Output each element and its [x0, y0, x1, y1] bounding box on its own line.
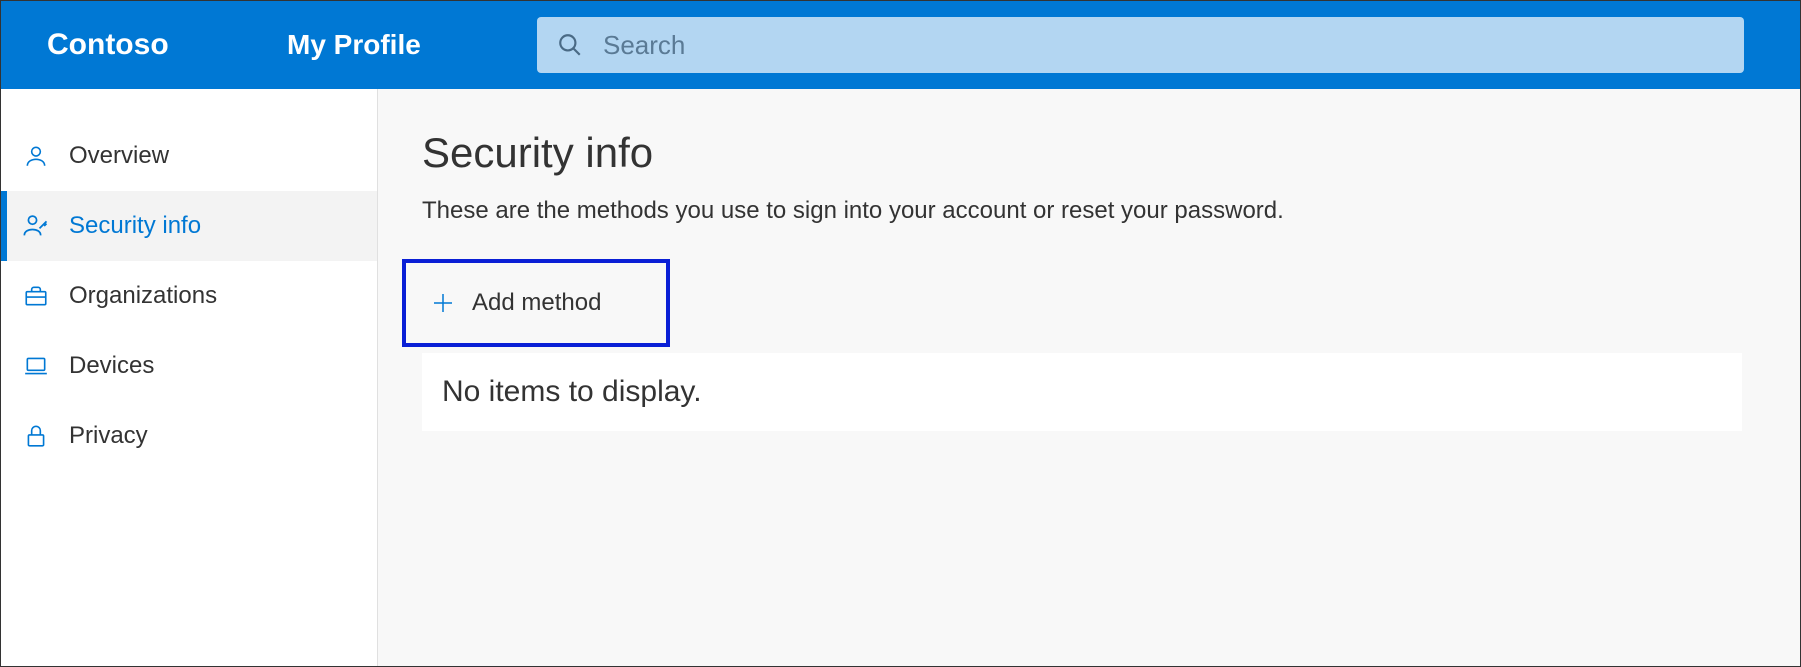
- sidebar-item-organizations[interactable]: Organizations: [1, 261, 377, 331]
- page-subtitle: These are the methods you use to sign in…: [422, 197, 1756, 225]
- sidebar-item-label: Security info: [69, 212, 201, 240]
- brand-name: Contoso: [47, 28, 247, 62]
- sidebar-item-devices[interactable]: Devices: [1, 331, 377, 401]
- empty-message: No items to display.: [422, 353, 1742, 431]
- sidebar-item-overview[interactable]: Overview: [1, 121, 377, 191]
- add-method-button[interactable]: Add method: [406, 263, 666, 343]
- search-bar[interactable]: [537, 17, 1744, 73]
- header-section: My Profile: [287, 29, 477, 61]
- person-icon: [21, 141, 51, 171]
- sidebar-item-label: Privacy: [69, 422, 148, 450]
- methods-list: No items to display.: [422, 353, 1756, 431]
- plus-icon: [430, 290, 456, 316]
- add-method-label: Add method: [472, 289, 601, 317]
- key-person-icon: [21, 211, 51, 241]
- sidebar: Overview Security info Or: [1, 89, 378, 666]
- sidebar-item-security-info[interactable]: Security info: [1, 191, 377, 261]
- briefcase-icon: [21, 281, 51, 311]
- header: Contoso My Profile: [1, 1, 1800, 89]
- search-icon: [557, 32, 583, 58]
- laptop-icon: [21, 351, 51, 381]
- page-title: Security info: [422, 129, 1756, 177]
- sidebar-item-label: Organizations: [69, 282, 217, 310]
- search-input[interactable]: [603, 30, 1724, 61]
- add-method-highlight: Add method: [402, 259, 670, 347]
- main-content: Security info These are the methods you …: [378, 89, 1800, 666]
- sidebar-item-label: Devices: [69, 352, 154, 380]
- sidebar-item-label: Overview: [69, 142, 169, 170]
- sidebar-item-privacy[interactable]: Privacy: [1, 401, 377, 471]
- lock-icon: [21, 421, 51, 451]
